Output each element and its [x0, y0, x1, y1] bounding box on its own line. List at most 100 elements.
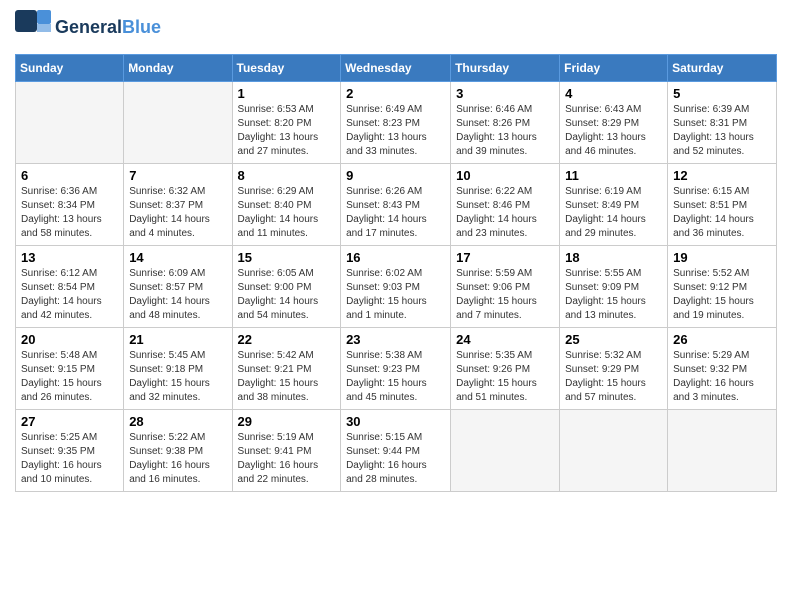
- calendar-table: SundayMondayTuesdayWednesdayThursdayFrid…: [15, 54, 777, 492]
- day-detail: Sunrise: 6:46 AM Sunset: 8:26 PM Dayligh…: [456, 103, 554, 159]
- day-cell: 4Sunrise: 6:43 AM Sunset: 8:29 PM Daylig…: [560, 82, 668, 164]
- day-detail: Sunrise: 5:22 AM Sunset: 9:38 PM Dayligh…: [129, 431, 226, 487]
- day-cell: 2 Sunrise: 6:49 AM Sunset: 8:23 PM Daylig…: [341, 82, 451, 164]
- day-detail: Sunrise: 6:26 AM Sunset: 8:43 PM Dayligh…: [346, 185, 445, 241]
- day-cell: 7Sunrise: 6:32 AM Sunset: 8:37 PM Daylig…: [124, 164, 232, 246]
- header-cell-friday: Friday: [560, 55, 668, 82]
- day-cell: [451, 410, 560, 492]
- day-number: 8: [238, 168, 336, 183]
- day-number: 13: [21, 250, 118, 265]
- logo-icon: [15, 10, 51, 46]
- day-detail: Sunrise: 5:35 AM Sunset: 9:26 PM Dayligh…: [456, 349, 554, 405]
- day-detail: Sunrise: 5:38 AM Sunset: 9:23 PM Dayligh…: [346, 349, 445, 405]
- day-number: 21: [129, 332, 226, 347]
- day-cell: 24 Sunrise: 5:35 AM Sunset: 9:26 PM Dayli…: [451, 328, 560, 410]
- day-number: 23: [346, 332, 445, 347]
- day-cell: 13 Sunrise: 6:12 AM Sunset: 8:54 PM Dayli…: [16, 246, 124, 328]
- day-number: 2: [346, 86, 445, 101]
- day-cell: 28 Sunrise: 5:22 AM Sunset: 9:38 PM Dayli…: [124, 410, 232, 492]
- day-cell: 21 Sunrise: 5:45 AM Sunset: 9:18 PM Dayli…: [124, 328, 232, 410]
- day-cell: [560, 410, 668, 492]
- week-row-2: 6Sunrise: 6:36 AM Sunset: 8:34 PM Daylig…: [16, 164, 777, 246]
- day-number: 20: [21, 332, 118, 347]
- week-row-5: 27 Sunrise: 5:25 AM Sunset: 9:35 PM Dayli…: [16, 410, 777, 492]
- day-number: 10: [456, 168, 554, 183]
- day-cell: 8 Sunrise: 6:29 AM Sunset: 8:40 PM Daylig…: [232, 164, 341, 246]
- day-number: 25: [565, 332, 662, 347]
- day-detail: Sunrise: 6:43 AM Sunset: 8:29 PM Dayligh…: [565, 103, 662, 159]
- day-number: 15: [238, 250, 336, 265]
- day-detail: Sunrise: 5:19 AM Sunset: 9:41 PM Dayligh…: [238, 431, 336, 487]
- day-number: 1: [238, 86, 336, 101]
- day-detail: Sunrise: 6:19 AM Sunset: 8:49 PM Dayligh…: [565, 185, 662, 241]
- header: GeneralBlue: [15, 10, 777, 46]
- day-cell: 10 Sunrise: 6:22 AM Sunset: 8:46 PM Dayli…: [451, 164, 560, 246]
- day-number: 9: [346, 168, 445, 183]
- day-detail: Sunrise: 6:12 AM Sunset: 8:54 PM Dayligh…: [21, 267, 118, 323]
- day-cell: 25Sunrise: 5:32 AM Sunset: 9:29 PM Dayli…: [560, 328, 668, 410]
- calendar-body: 1 Sunrise: 6:53 AM Sunset: 8:20 PM Daylig…: [16, 82, 777, 492]
- day-cell: 27 Sunrise: 5:25 AM Sunset: 9:35 PM Dayli…: [16, 410, 124, 492]
- day-cell: [16, 82, 124, 164]
- day-cell: 29 Sunrise: 5:19 AM Sunset: 9:41 PM Dayli…: [232, 410, 341, 492]
- day-cell: 12Sunrise: 6:15 AM Sunset: 8:51 PM Dayli…: [668, 164, 777, 246]
- day-cell: 14 Sunrise: 6:09 AM Sunset: 8:57 PM Dayli…: [124, 246, 232, 328]
- day-detail: Sunrise: 6:09 AM Sunset: 8:57 PM Dayligh…: [129, 267, 226, 323]
- day-cell: 30 Sunrise: 5:15 AM Sunset: 9:44 PM Dayli…: [341, 410, 451, 492]
- logo-name: GeneralBlue: [55, 18, 161, 38]
- calendar-header: SundayMondayTuesdayWednesdayThursdayFrid…: [16, 55, 777, 82]
- day-number: 26: [673, 332, 771, 347]
- day-number: 24: [456, 332, 554, 347]
- day-cell: 17 Sunrise: 5:59 AM Sunset: 9:06 PM Dayli…: [451, 246, 560, 328]
- day-cell: 16Sunrise: 6:02 AM Sunset: 9:03 PM Dayli…: [341, 246, 451, 328]
- day-cell: 6Sunrise: 6:36 AM Sunset: 8:34 PM Daylig…: [16, 164, 124, 246]
- day-detail: Sunrise: 6:49 AM Sunset: 8:23 PM Dayligh…: [346, 103, 445, 159]
- day-detail: Sunrise: 6:05 AM Sunset: 9:00 PM Dayligh…: [238, 267, 336, 323]
- day-cell: 23 Sunrise: 5:38 AM Sunset: 9:23 PM Dayli…: [341, 328, 451, 410]
- day-cell: 5 Sunrise: 6:39 AM Sunset: 8:31 PM Daylig…: [668, 82, 777, 164]
- day-detail: Sunrise: 5:15 AM Sunset: 9:44 PM Dayligh…: [346, 431, 445, 487]
- header-cell-sunday: Sunday: [16, 55, 124, 82]
- day-number: 3: [456, 86, 554, 101]
- day-number: 14: [129, 250, 226, 265]
- day-detail: Sunrise: 6:15 AM Sunset: 8:51 PM Dayligh…: [673, 185, 771, 241]
- day-number: 22: [238, 332, 336, 347]
- day-number: 5: [673, 86, 771, 101]
- day-number: 30: [346, 414, 445, 429]
- day-cell: 1 Sunrise: 6:53 AM Sunset: 8:20 PM Daylig…: [232, 82, 341, 164]
- day-cell: 9 Sunrise: 6:26 AM Sunset: 8:43 PM Daylig…: [341, 164, 451, 246]
- day-number: 27: [21, 414, 118, 429]
- day-number: 7: [129, 168, 226, 183]
- day-number: 6: [21, 168, 118, 183]
- day-detail: Sunrise: 6:39 AM Sunset: 8:31 PM Dayligh…: [673, 103, 771, 159]
- day-detail: Sunrise: 6:53 AM Sunset: 8:20 PM Dayligh…: [238, 103, 336, 159]
- day-number: 28: [129, 414, 226, 429]
- day-detail: Sunrise: 6:22 AM Sunset: 8:46 PM Dayligh…: [456, 185, 554, 241]
- day-cell: 11Sunrise: 6:19 AM Sunset: 8:49 PM Dayli…: [560, 164, 668, 246]
- header-cell-saturday: Saturday: [668, 55, 777, 82]
- day-detail: Sunrise: 6:02 AM Sunset: 9:03 PM Dayligh…: [346, 267, 445, 323]
- day-number: 18: [565, 250, 662, 265]
- day-detail: Sunrise: 5:48 AM Sunset: 9:15 PM Dayligh…: [21, 349, 118, 405]
- header-cell-tuesday: Tuesday: [232, 55, 341, 82]
- day-cell: [124, 82, 232, 164]
- day-detail: Sunrise: 5:45 AM Sunset: 9:18 PM Dayligh…: [129, 349, 226, 405]
- day-detail: Sunrise: 5:42 AM Sunset: 9:21 PM Dayligh…: [238, 349, 336, 405]
- day-number: 17: [456, 250, 554, 265]
- week-row-4: 20 Sunrise: 5:48 AM Sunset: 9:15 PM Dayli…: [16, 328, 777, 410]
- day-detail: Sunrise: 5:25 AM Sunset: 9:35 PM Dayligh…: [21, 431, 118, 487]
- week-row-3: 13 Sunrise: 6:12 AM Sunset: 8:54 PM Dayli…: [16, 246, 777, 328]
- day-number: 19: [673, 250, 771, 265]
- day-detail: Sunrise: 5:55 AM Sunset: 9:09 PM Dayligh…: [565, 267, 662, 323]
- day-cell: 26Sunrise: 5:29 AM Sunset: 9:32 PM Dayli…: [668, 328, 777, 410]
- day-number: 29: [238, 414, 336, 429]
- header-cell-wednesday: Wednesday: [341, 55, 451, 82]
- day-detail: Sunrise: 5:59 AM Sunset: 9:06 PM Dayligh…: [456, 267, 554, 323]
- day-cell: 20 Sunrise: 5:48 AM Sunset: 9:15 PM Dayli…: [16, 328, 124, 410]
- week-row-1: 1 Sunrise: 6:53 AM Sunset: 8:20 PM Daylig…: [16, 82, 777, 164]
- header-row: SundayMondayTuesdayWednesdayThursdayFrid…: [16, 55, 777, 82]
- day-detail: Sunrise: 5:52 AM Sunset: 9:12 PM Dayligh…: [673, 267, 771, 323]
- day-cell: [668, 410, 777, 492]
- logo: GeneralBlue: [15, 10, 161, 46]
- day-detail: Sunrise: 6:29 AM Sunset: 8:40 PM Dayligh…: [238, 185, 336, 241]
